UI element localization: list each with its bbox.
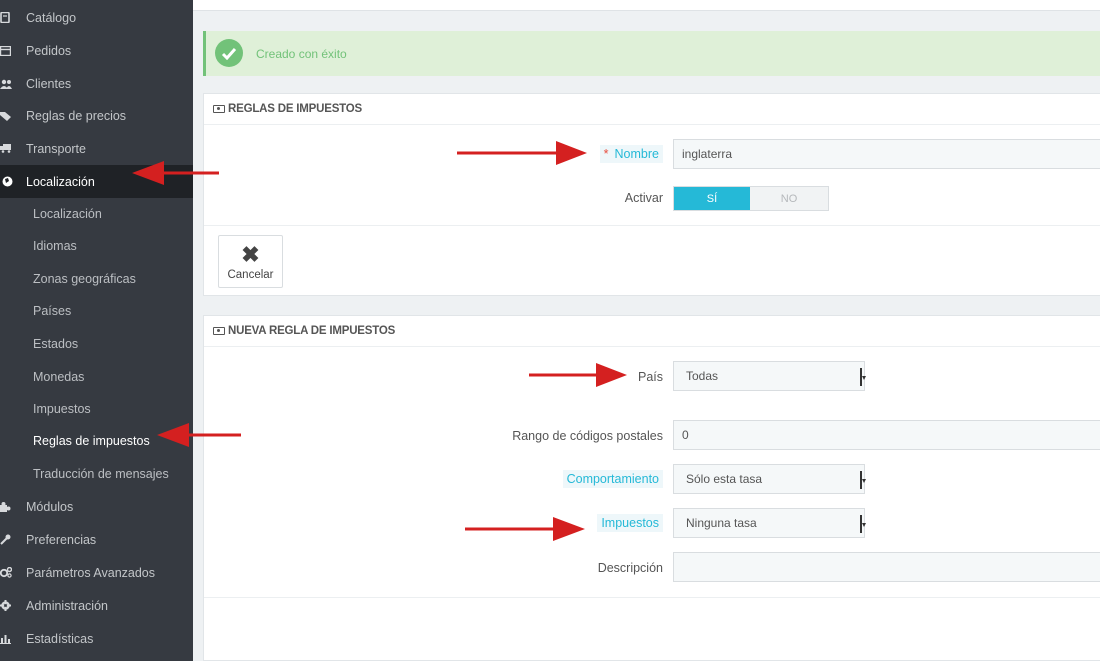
- sidebar-subitem-languages[interactable]: Idiomas: [0, 229, 193, 262]
- sidebar-item-label: Preferencias: [26, 532, 97, 547]
- name-label-text: Nombre: [614, 147, 659, 161]
- sidebar-item-label: Administración: [26, 598, 108, 613]
- sidebar-subitem-label: Monedas: [33, 369, 85, 384]
- sidebar-item-label: Localización: [26, 174, 95, 189]
- sidebar-item-label: Transporte: [26, 141, 86, 156]
- active-label: Activar: [624, 191, 663, 205]
- sidebar-item-orders[interactable]: Pedidos: [0, 34, 193, 67]
- zip-range-label: Rango de códigos postales: [512, 429, 663, 443]
- sidebar-item-catalog[interactable]: Catálogo: [0, 1, 193, 34]
- bar-chart-icon: [0, 622, 12, 655]
- sidebar-item-customers[interactable]: Clientes: [0, 67, 193, 100]
- sidebar-subitem-label: Reglas de impuestos: [33, 433, 150, 448]
- behavior-label: Comportamiento: [562, 470, 663, 488]
- sidebar-item-label: Catálogo: [26, 10, 77, 25]
- behavior-select[interactable]: Sólo esta tasa: [673, 464, 866, 494]
- description-field[interactable]: [673, 552, 1100, 582]
- toggle-yes[interactable]: SÍ: [674, 187, 750, 210]
- description-label: Descripción: [597, 561, 663, 575]
- sidebar-subitem-translations[interactable]: Traducción de mensajes: [0, 457, 193, 490]
- sidebar-subitem-zones[interactable]: Zonas geográficas: [0, 262, 193, 295]
- chevron-down-icon: [860, 471, 866, 489]
- close-icon: ✖: [241, 242, 260, 267]
- active-toggle[interactable]: SÍ NO: [673, 186, 829, 211]
- name-field[interactable]: inglaterra: [673, 139, 1100, 169]
- toggle-no[interactable]: NO: [750, 187, 828, 210]
- check-circle-icon: [215, 39, 243, 67]
- sidebar-item-label: Módulos: [26, 499, 74, 514]
- wrench-icon: [0, 523, 12, 556]
- sidebar-item-modules[interactable]: Módulos: [0, 490, 193, 523]
- sidebar-subitem-currencies[interactable]: Monedas: [0, 360, 193, 393]
- new-tax-rule-panel: NUEVA REGLA DE IMPUESTOS País Todas Rang…: [203, 315, 1100, 661]
- panel-footer-divider: [204, 597, 1100, 598]
- money-icon: [213, 105, 225, 113]
- sidebar-item-label: Parámetros Avanzados: [26, 565, 156, 580]
- sidebar-item-advanced[interactable]: Parámetros Avanzados: [0, 556, 193, 589]
- sidebar-subitem-label: Localización: [33, 206, 102, 221]
- tax-select-value: Ninguna tasa: [686, 516, 757, 530]
- panel-heading: REGLAS DE IMPUESTOS: [204, 94, 1100, 125]
- sidebar-item-localization[interactable]: Localización: [0, 165, 193, 198]
- chevron-down-icon: [860, 515, 866, 533]
- sidebar-subitem-label: Países: [33, 303, 72, 318]
- sidebar: Catálogo Pedidos Clientes Reglas de prec…: [0, 0, 193, 661]
- required-asterisk: *: [603, 147, 609, 161]
- sidebar-item-price-rules[interactable]: Reglas de precios: [0, 99, 193, 132]
- cancel-button[interactable]: ✖ Cancelar: [218, 235, 283, 288]
- sidebar-subitem-localization[interactable]: Localización: [0, 197, 193, 230]
- customers-icon: [0, 67, 12, 100]
- sidebar-subitem-taxes[interactable]: Impuestos: [0, 392, 193, 425]
- money-icon: [213, 327, 225, 335]
- globe-icon: [2, 165, 14, 198]
- gear-icon: [0, 589, 12, 622]
- tax-select[interactable]: Ninguna tasa: [673, 508, 866, 538]
- cancel-label: Cancelar: [227, 269, 274, 281]
- truck-icon: [0, 132, 12, 165]
- sidebar-subitem-states[interactable]: Estados: [0, 327, 193, 360]
- sidebar-item-label: Reglas de precios: [26, 108, 127, 123]
- success-message: Creado con éxito: [256, 46, 347, 61]
- panel-heading: NUEVA REGLA DE IMPUESTOS: [204, 316, 1100, 347]
- sidebar-item-administration[interactable]: Administración: [0, 589, 193, 622]
- orders-icon: [0, 34, 12, 67]
- sidebar-subitem-label: Idiomas: [33, 238, 77, 253]
- sidebar-subitem-label: Impuestos: [33, 401, 91, 416]
- country-select-value: Todas: [686, 369, 719, 383]
- country-label: País: [637, 370, 663, 384]
- tax-rules-panel: REGLAS DE IMPUESTOS * Nombre inglaterra A…: [203, 93, 1100, 296]
- panel-title: REGLAS DE IMPUESTOS: [228, 103, 363, 115]
- success-alert: Creado con éxito: [203, 31, 1100, 76]
- cogs-icon: [0, 556, 12, 589]
- catalog-icon: [0, 1, 12, 34]
- sidebar-subitem-countries[interactable]: Países: [0, 294, 193, 327]
- sidebar-item-label: Clientes: [26, 76, 72, 91]
- sidebar-item-transport[interactable]: Transporte: [0, 132, 193, 165]
- sidebar-item-label: Estadísticas: [26, 631, 94, 646]
- sidebar-item-preferences[interactable]: Preferencias: [0, 523, 193, 556]
- sidebar-subitem-label: Zonas geográficas: [33, 271, 136, 286]
- sidebar-item-statistics[interactable]: Estadísticas: [0, 622, 193, 655]
- chevron-down-icon: [860, 368, 866, 386]
- sidebar-subitem-label: Traducción de mensajes: [33, 466, 169, 481]
- price-rules-icon: [0, 99, 12, 132]
- sidebar-subitem-label: Estados: [33, 336, 79, 351]
- tax-label: Impuestos: [597, 514, 663, 532]
- sidebar-item-label: Pedidos: [26, 43, 72, 58]
- country-select[interactable]: Todas: [673, 361, 866, 391]
- page-header-strip: [193, 0, 1100, 11]
- sidebar-subitem-tax-rules[interactable]: Reglas de impuestos: [0, 424, 193, 457]
- name-label: * Nombre: [599, 145, 663, 163]
- zip-range-field[interactable]: 0: [673, 420, 1100, 450]
- behavior-select-value: Sólo esta tasa: [686, 472, 763, 486]
- panel-footer-divider: [204, 225, 1100, 226]
- panel-title: NUEVA REGLA DE IMPUESTOS: [228, 325, 396, 337]
- puzzle-icon: [0, 490, 12, 523]
